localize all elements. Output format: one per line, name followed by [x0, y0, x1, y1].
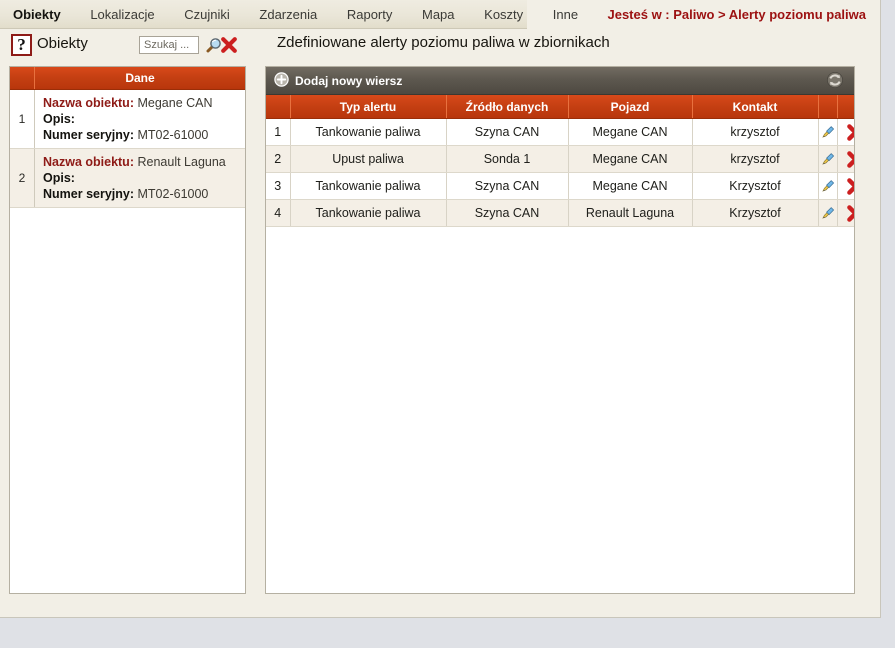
cell-data-source: Szyna CAN [446, 199, 569, 227]
pencil-icon [821, 126, 834, 138]
edit-row-button[interactable] [818, 118, 838, 146]
cell-contact: krzysztof [692, 118, 819, 146]
table-row[interactable]: 1 Tankowanie paliwa Szyna CAN Megane CAN… [266, 118, 854, 146]
cell-vehicle: Renault Laguna [568, 199, 693, 227]
menu-item-czujniki[interactable]: Czujniki [171, 0, 243, 29]
list-item-details: Nazwa obiektu: Megane CAN Opis: Numer se… [35, 90, 245, 148]
object-name-line: Nazwa obiektu: Renault Laguna [43, 154, 245, 170]
menu-item-mapa[interactable]: Mapa [409, 0, 468, 29]
edit-row-button[interactable] [818, 145, 838, 173]
left-panel-title: Obiekty [37, 35, 88, 52]
object-description-label: Opis: [43, 171, 75, 185]
object-name-label: Nazwa obiektu: [43, 96, 134, 110]
row-number: 1 [266, 118, 291, 146]
row-number: 4 [266, 199, 291, 227]
object-name-value: Renault Laguna [137, 155, 226, 169]
cell-vehicle: Megane CAN [568, 145, 693, 173]
menu-item-obiekty[interactable]: Obiekty [0, 0, 74, 29]
main-menu-bar: Obiekty Lokalizacje Czujniki Zdarzenia R… [0, 0, 578, 29]
column-header-delete [837, 95, 854, 119]
object-description-line: Opis: [43, 170, 245, 186]
delete-row-button[interactable] [837, 118, 854, 146]
row-number: 3 [266, 172, 291, 200]
column-header-kontakt[interactable]: Kontakt [692, 95, 819, 119]
add-new-row-label: Dodaj nowy wiersz [295, 73, 403, 88]
application-frame: Obiekty Lokalizacje Czujniki Zdarzenia R… [0, 0, 881, 618]
object-name-label: Nazwa obiektu: [43, 155, 134, 169]
object-name-line: Nazwa obiektu: Megane CAN [43, 95, 245, 111]
pencil-icon [821, 180, 834, 192]
pencil-icon [821, 207, 834, 219]
table-row[interactable]: 4 Tankowanie paliwa Szyna CAN Renault La… [266, 199, 854, 227]
objects-header-data-cell: Dane [125, 71, 155, 85]
cell-data-source: Szyna CAN [446, 172, 569, 200]
object-description-line: Opis: [43, 111, 245, 127]
object-serial-label: Numer seryjny: [43, 128, 135, 142]
cell-contact: Krzysztof [692, 172, 819, 200]
column-header-pojazd[interactable]: Pojazd [568, 95, 693, 119]
help-question-icon[interactable]: ? [11, 34, 32, 56]
delete-x-icon [847, 150, 854, 168]
object-description-label: Opis: [43, 112, 75, 126]
cell-contact: Krzysztof [692, 199, 819, 227]
column-header-edit [818, 95, 838, 119]
list-item[interactable]: 2 Nazwa obiektu: Renault Laguna Opis: Nu… [10, 149, 245, 208]
cell-vehicle: Megane CAN [568, 172, 693, 200]
column-header-typ-alertu[interactable]: Typ alertu [290, 95, 447, 119]
table-row[interactable]: 2 Upust paliwa Sonda 1 Megane CAN krzysz… [266, 145, 854, 173]
plus-circle-icon [274, 71, 289, 90]
table-header-row: Typ alertu Źródło danych Pojazd Kontakt [266, 95, 854, 119]
object-name-value: Megane CAN [137, 96, 213, 110]
subheader-bar: ? Obiekty Zdefiniowane alerty poziomu pa… [0, 29, 881, 62]
menu-item-koszty[interactable]: Koszty [471, 0, 536, 29]
alerts-table: Typ alertu Źródło danych Pojazd Kontakt … [266, 95, 854, 227]
delete-row-button[interactable] [837, 199, 854, 227]
menu-item-raporty[interactable]: Raporty [334, 0, 406, 29]
objects-list-header: Dane [10, 67, 245, 90]
cell-alert-type: Upust paliwa [290, 145, 447, 173]
delete-x-icon [847, 204, 854, 222]
objects-header-number-cell [10, 67, 35, 89]
delete-row-button[interactable] [837, 172, 854, 200]
delete-x-icon [847, 177, 854, 195]
alerts-grid-panel: Dodaj nowy wiersz Typ alertu Źródło dany… [265, 66, 855, 594]
column-header-zrodlo-danych[interactable]: Źródło danych [446, 95, 569, 119]
object-serial-line: Numer seryjny: MT02-61000 [43, 127, 245, 143]
list-item[interactable]: 1 Nazwa obiektu: Megane CAN Opis: Numer … [10, 90, 245, 149]
list-item-number: 2 [10, 149, 35, 207]
add-new-row-button[interactable]: Dodaj nowy wiersz [274, 67, 402, 94]
row-number: 2 [266, 145, 291, 173]
cell-data-source: Sonda 1 [446, 145, 569, 173]
table-row[interactable]: 3 Tankowanie paliwa Szyna CAN Megane CAN… [266, 172, 854, 200]
edit-row-button[interactable] [818, 199, 838, 227]
menu-item-lokalizacje[interactable]: Lokalizacje [77, 0, 167, 29]
cell-vehicle: Megane CAN [568, 118, 693, 146]
delete-row-button[interactable] [837, 145, 854, 173]
clear-search-x-icon[interactable] [220, 36, 238, 54]
menu-item-inne[interactable]: Inne [540, 0, 591, 29]
delete-x-icon [847, 123, 854, 141]
cell-alert-type: Tankowanie paliwa [290, 118, 447, 146]
object-serial-label: Numer seryjny: [43, 187, 135, 201]
cell-alert-type: Tankowanie paliwa [290, 172, 447, 200]
column-header-number [266, 95, 291, 119]
page-title: Zdefiniowane alerty poziomu paliwa w zbi… [277, 34, 610, 51]
cell-contact: krzysztof [692, 145, 819, 173]
list-item-number: 1 [10, 90, 35, 148]
object-serial-value: MT02-61000 [137, 128, 209, 142]
cell-alert-type: Tankowanie paliwa [290, 199, 447, 227]
breadcrumb: Jesteś w : Paliwo > Alerty poziomu paliw… [607, 7, 866, 22]
object-serial-line: Numer seryjny: MT02-61000 [43, 186, 245, 202]
cell-data-source: Szyna CAN [446, 118, 569, 146]
list-item-details: Nazwa obiektu: Renault Laguna Opis: Nume… [35, 149, 245, 207]
menu-item-zdarzenia[interactable]: Zdarzenia [246, 0, 330, 29]
edit-row-button[interactable] [818, 172, 838, 200]
grid-toolbar: Dodaj nowy wiersz [266, 67, 854, 95]
object-serial-value: MT02-61000 [137, 187, 209, 201]
objects-list-panel: Dane 1 Nazwa obiektu: Megane CAN Opis: N… [9, 66, 246, 594]
search-input[interactable] [139, 36, 199, 54]
pencil-icon [821, 153, 834, 165]
refresh-icon[interactable] [826, 71, 844, 89]
